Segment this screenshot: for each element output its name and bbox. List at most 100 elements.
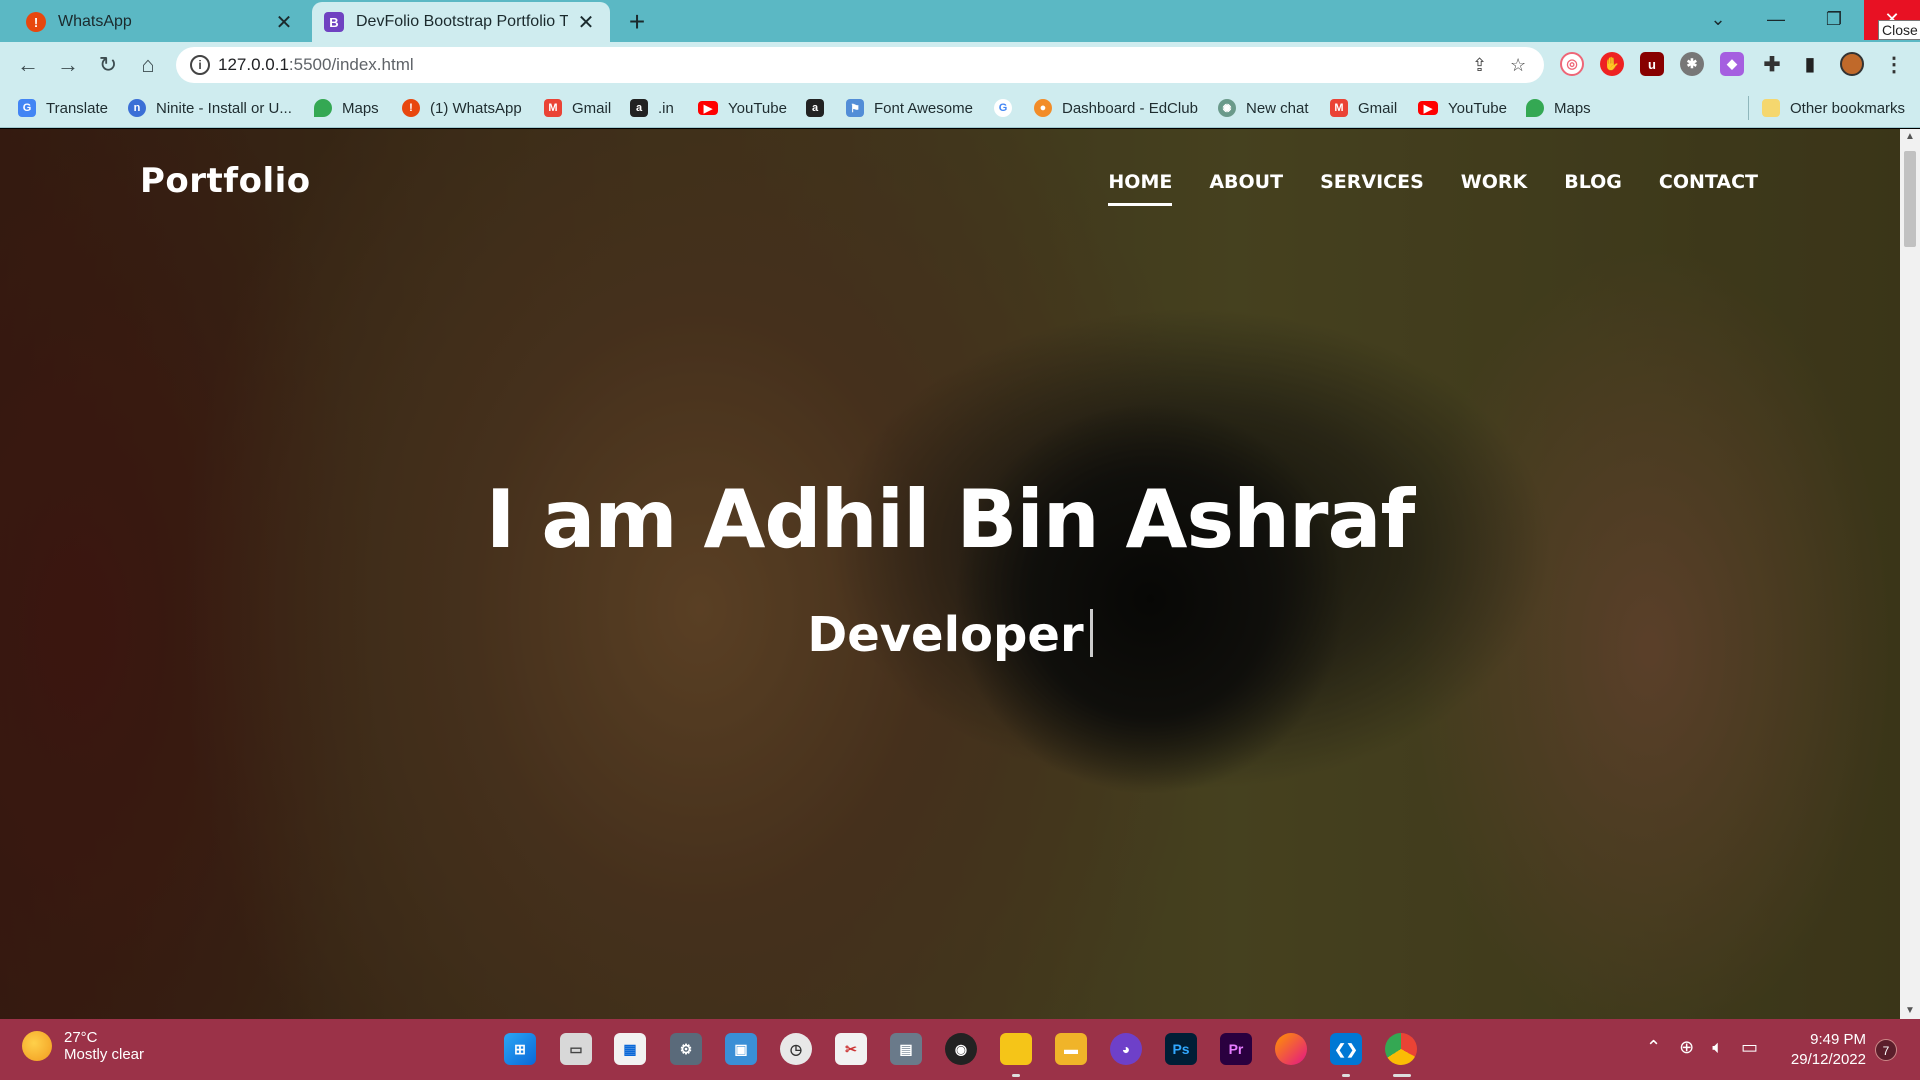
firefox-icon[interactable] — [1275, 1033, 1307, 1065]
ninite-icon: n — [128, 99, 146, 117]
nav-blog[interactable]: BLOG — [1564, 171, 1622, 206]
scroll-thumb[interactable] — [1904, 151, 1916, 247]
youtube-icon: ▶ — [698, 101, 718, 115]
bug-extension-icon[interactable]: ✱ — [1680, 52, 1704, 76]
bookmark-gmail-2[interactable]: M Gmail — [1330, 96, 1397, 120]
other-bookmarks[interactable]: Other bookmarks — [1762, 96, 1905, 120]
obs-icon[interactable]: ◉ — [945, 1033, 977, 1065]
bookmark-maps[interactable]: Maps — [314, 96, 379, 120]
gmail-icon: M — [1330, 99, 1348, 117]
running-indicator — [1012, 1074, 1020, 1077]
edclub-icon: ● — [1034, 99, 1052, 117]
extension-icon[interactable]: ◎ — [1560, 52, 1584, 76]
bookmarks-bar: G Translate n Ninite - Install or U... Map… — [0, 88, 1920, 128]
browser-tab-strip: ! WhatsApp ✕ B DevFolio Bootstrap Portfo… — [0, 0, 1920, 42]
network-globe-icon[interactable]: ⊕ — [1679, 1037, 1694, 1058]
bookmark-youtube-2[interactable]: ▶ YouTube — [1418, 96, 1507, 120]
minimize-button[interactable]: — — [1748, 0, 1804, 40]
file-explorer-icon[interactable]: ▬ — [1055, 1033, 1087, 1065]
adblock-icon[interactable]: ✋ — [1600, 52, 1624, 76]
snipping-tool-icon[interactable]: ✂ — [835, 1033, 867, 1065]
folder-icon — [1762, 99, 1780, 117]
back-button[interactable]: ← — [12, 50, 44, 80]
bookmark-translate[interactable]: G Translate — [18, 96, 108, 120]
whatsapp-alert-icon: ! — [26, 12, 46, 32]
calculator-icon[interactable]: ▤ — [890, 1033, 922, 1065]
running-indicator — [1393, 1074, 1411, 1077]
bookmark-gmail[interactable]: M Gmail — [544, 96, 611, 120]
bookmark-font-awesome[interactable]: ⚑ Font Awesome — [846, 96, 973, 120]
close-tooltip: Close — [1878, 20, 1920, 40]
page-viewport: Portfolio HOME ABOUT SERVICES WORK BLOG … — [0, 129, 1900, 1019]
nav-work[interactable]: WORK — [1461, 171, 1527, 206]
vscode-icon[interactable]: ❮❯ — [1330, 1033, 1362, 1065]
sticky-notes-icon[interactable] — [1000, 1033, 1032, 1065]
home-button[interactable]: ⌂ — [132, 50, 164, 80]
chevron-up-icon[interactable]: ⌃ — [1646, 1037, 1661, 1058]
tab-close-icon[interactable]: ✕ — [274, 10, 294, 35]
weather-widget[interactable]: 27°C Mostly clear — [22, 1029, 144, 1063]
remote-desktop-icon[interactable]: ▣ — [725, 1033, 757, 1065]
amazon-icon: a — [806, 99, 824, 117]
tab-title: DevFolio Bootstrap Portfolio Tem — [356, 13, 568, 30]
chrome-menu-icon[interactable]: ⋮ — [1882, 52, 1906, 76]
maps-icon — [314, 99, 332, 117]
bookmark-whatsapp[interactable]: ! (1) WhatsApp — [402, 96, 522, 120]
bookmark-new-chat[interactable]: ✺ New chat — [1218, 96, 1309, 120]
ublock-origin-icon[interactable]: u — [1640, 52, 1664, 76]
whatsapp-alert-icon: ! — [402, 99, 420, 117]
weather-moon-icon — [22, 1031, 52, 1061]
forward-button[interactable]: → — [52, 50, 84, 80]
github-desktop-icon[interactable]: ◕ — [1110, 1033, 1142, 1065]
taskbar-clock[interactable]: 9:49 PM 29/12/2022 — [1786, 1030, 1866, 1070]
hero-title: I am Adhil Bin Ashraf — [485, 473, 1416, 566]
site-info-icon[interactable]: i — [190, 55, 210, 75]
notification-badge[interactable]: 7 — [1875, 1039, 1897, 1061]
windows-start-icon[interactable]: ⊞ — [504, 1033, 536, 1065]
clock-icon[interactable]: ◷ — [780, 1033, 812, 1065]
bookmark-google[interactable]: G — [994, 96, 1022, 120]
nav-services[interactable]: SERVICES — [1320, 171, 1424, 206]
restore-button[interactable]: ❐ — [1806, 0, 1862, 40]
extensions-puzzle-icon[interactable]: ✚ — [1760, 52, 1784, 76]
page-scrollbar[interactable]: ▲ ▼ — [1900, 129, 1920, 1019]
openai-icon: ✺ — [1218, 99, 1236, 117]
nav-about[interactable]: ABOUT — [1209, 171, 1283, 206]
google-icon: G — [994, 99, 1012, 117]
windows-taskbar: 27°C Mostly clear ⊞ ▭ ▦ ⚙ ▣ ◷ ✂ ▤ ◉ ▬ ◕ … — [0, 1019, 1920, 1080]
bookmark-amazon-in[interactable]: a .in — [630, 96, 674, 120]
volume-icon[interactable]: 🔈︎ — [1712, 1037, 1723, 1058]
share-icon[interactable]: ⇪ — [1472, 55, 1487, 76]
bookmark-amazon[interactable]: a — [806, 96, 834, 120]
tab-title: WhatsApp — [58, 13, 132, 30]
settings-icon[interactable]: ⚙ — [670, 1033, 702, 1065]
bookmark-youtube[interactable]: ▶ YouTube — [698, 96, 787, 120]
new-tab-button[interactable]: + — [622, 6, 652, 38]
task-view-icon[interactable]: ▭ — [560, 1033, 592, 1065]
scroll-down-icon[interactable]: ▼ — [1900, 1003, 1920, 1019]
reload-button[interactable]: ↻ — [92, 50, 124, 80]
bookmark-edclub[interactable]: ● Dashboard - EdClub — [1034, 96, 1198, 120]
tab-close-icon[interactable]: ✕ — [576, 10, 596, 35]
bookmark-maps-2[interactable]: Maps — [1526, 96, 1591, 120]
tab-devfolio[interactable]: B DevFolio Bootstrap Portfolio Tem ✕ — [312, 2, 610, 42]
chrome-icon[interactable] — [1385, 1033, 1417, 1065]
tab-whatsapp[interactable]: ! WhatsApp ✕ — [0, 2, 308, 42]
store-icon[interactable]: ▦ — [614, 1033, 646, 1065]
bookmark-ninite[interactable]: n Ninite - Install or U... — [128, 96, 292, 120]
clock-time: 9:49 PM — [1810, 1031, 1866, 1048]
scroll-up-icon[interactable]: ▲ — [1900, 129, 1920, 145]
profile-avatar[interactable] — [1840, 52, 1864, 76]
site-brand[interactable]: Portfolio — [140, 161, 311, 201]
gradient-extension-icon[interactable]: ◆ — [1720, 52, 1744, 76]
tab-search-icon[interactable]: ⌄ — [1690, 0, 1746, 40]
nav-contact[interactable]: CONTACT — [1659, 171, 1758, 206]
premiere-pro-icon[interactable]: Pr — [1220, 1033, 1252, 1065]
bookmark-star-icon[interactable]: ☆ — [1510, 55, 1526, 76]
battery-icon[interactable]: ▭ — [1741, 1037, 1758, 1058]
address-bar[interactable]: i 127.0.0.1:5500/index.html ⇪ ☆ — [176, 47, 1544, 83]
photoshop-icon[interactable]: Ps — [1165, 1033, 1197, 1065]
side-panel-icon[interactable]: ▮ — [1798, 52, 1822, 76]
nav-home[interactable]: HOME — [1108, 171, 1173, 206]
bootstrap-icon: B — [324, 12, 344, 32]
